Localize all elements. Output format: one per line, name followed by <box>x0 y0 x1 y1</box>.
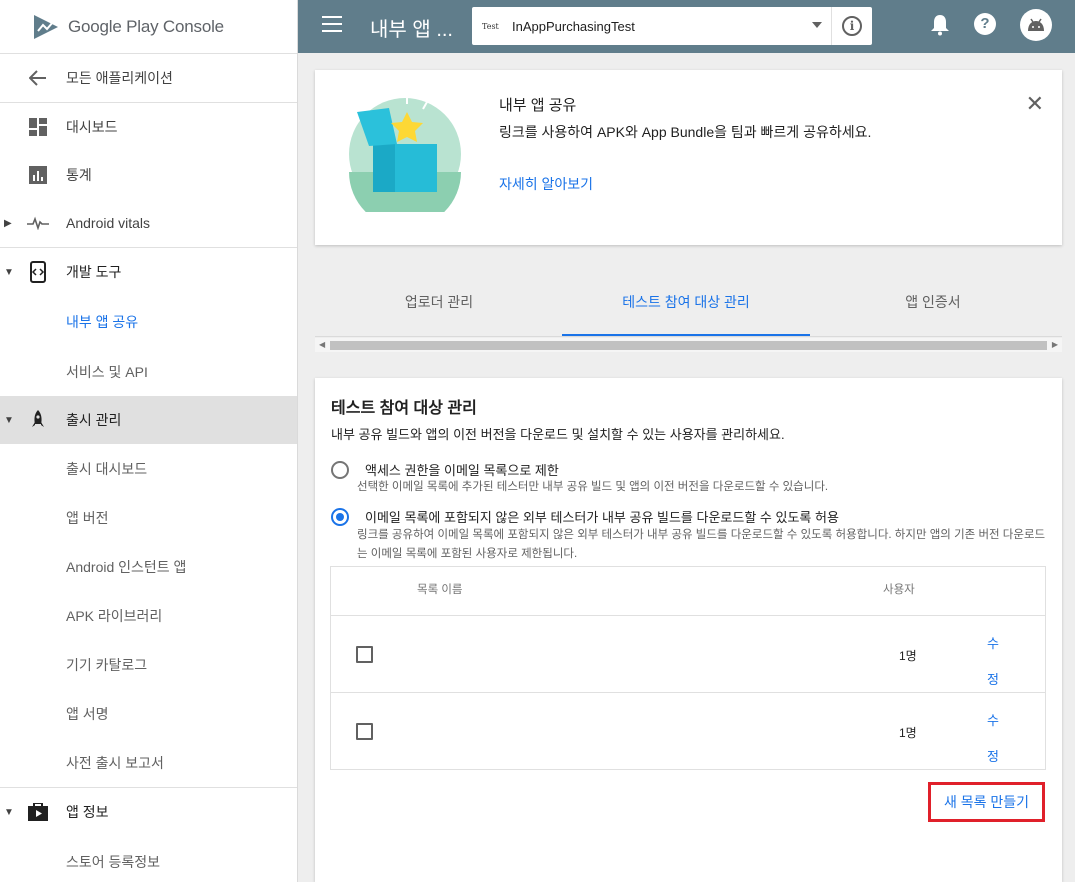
help-icon[interactable]: ? <box>974 13 996 35</box>
chevron-down-icon[interactable] <box>812 22 822 28</box>
sidebar-item-android-vitals[interactable]: ▶ Android vitals <box>0 199 297 247</box>
app-thumbnail: Test <box>482 21 499 31</box>
sidebar-item-dev-tools[interactable]: ▼ 개발 도구 <box>0 248 297 296</box>
app-selector[interactable]: Test InAppPurchasingTest i <box>472 7 872 45</box>
sidebar-item-label: 서비스 및 API <box>66 363 148 380</box>
option2-description: 링크를 공유하여 이메일 목록에 포함되지 않은 외부 테스터가 내부 공유 빌… <box>357 529 1046 560</box>
sidebar-item-release-management[interactable]: ▼ 출시 관리 <box>0 396 297 444</box>
radio-restrict-email-list[interactable] <box>331 461 349 479</box>
sidebar-item-store-listing[interactable]: 스토어 등록정보 <box>0 836 297 882</box>
sidebar-item-label: 스토어 등록정보 <box>66 853 161 870</box>
caret-down-icon: ▼ <box>4 806 14 818</box>
promo-description: 링크를 사용하여 APK와 App Bundle을 팀과 빠르게 공유하세요. <box>499 124 872 140</box>
sidebar-item-apk-library[interactable]: APK 라이브러리 <box>0 591 297 640</box>
user-count: 1명 <box>899 649 917 663</box>
tab-bar: 업로더 관리 테스트 참여 대상 관리 앱 인증서 <box>315 280 1062 338</box>
info-icon[interactable]: i <box>842 16 862 36</box>
avatar[interactable] <box>1020 9 1052 41</box>
test-audience-card: 테스트 참여 대상 관리 내부 공유 빌드와 앱의 이전 버전을 다운로드 및 … <box>315 378 1062 882</box>
sidebar-item-app-info[interactable]: ▼ 앱 정보 <box>0 788 297 836</box>
sidebar-item-label: 앱 서명 <box>66 705 109 722</box>
page-title: 내부 앱 ... <box>370 19 453 41</box>
scrollbar-thumb[interactable] <box>330 341 1047 350</box>
edit-link[interactable]: 수정 <box>983 703 1003 775</box>
gift-box-illustration-icon <box>345 92 465 228</box>
dashboard-icon <box>26 115 50 139</box>
logo-text: Google Play Console <box>68 16 224 36</box>
logo[interactable]: Google Play Console <box>0 0 297 54</box>
section-description: 내부 공유 빌드와 앱의 이전 버전을 다운로드 및 설치할 수 있는 사용자를… <box>331 427 785 442</box>
create-new-list-button[interactable]: 새 목록 만들기 <box>928 782 1045 822</box>
option2-label: 이메일 목록에 포함되지 않은 외부 테스터가 내부 공유 빌드를 다운로드할 … <box>365 510 839 525</box>
arrow-back-icon <box>26 66 50 90</box>
back-label: 모든 애플리케이션 <box>66 70 173 86</box>
sidebar-item-label: 앱 버전 <box>66 509 109 526</box>
tab-testers[interactable]: 테스트 참여 대상 관리 <box>562 292 810 312</box>
promo-card: 내부 앱 공유 링크를 사용하여 APK와 App Bundle을 팀과 빠르게… <box>315 70 1062 245</box>
scroll-right-icon[interactable]: ▶ <box>1052 340 1058 349</box>
sidebar-item-label: 출시 관리 <box>66 412 122 428</box>
email-lists-table: 목록 이름 사용자 1명 수정 1명 수정 <box>330 566 1046 770</box>
menu-icon[interactable] <box>322 16 342 36</box>
topbar: 내부 앱 ... Test InAppPurchasingTest i ? <box>298 0 1075 53</box>
sidebar-item-label: 앱 정보 <box>66 804 109 820</box>
option1-description: 선택한 이메일 목록에 추가된 테스터만 내부 공유 빌드 및 앱의 이전 버전… <box>357 481 829 493</box>
section-title: 테스트 참여 대상 관리 <box>331 400 477 417</box>
user-count: 1명 <box>899 726 917 740</box>
horizontal-scrollbar[interactable]: ◀ ▶ <box>315 338 1062 352</box>
column-header-users: 사용자 <box>883 584 915 596</box>
sidebar-item-label: Android 인스턴트 앱 <box>66 558 187 575</box>
sidebar-item-label: APK 라이브러리 <box>66 607 163 624</box>
briefcase-play-icon <box>26 800 50 824</box>
dev-tools-icon <box>26 260 50 284</box>
edit-link[interactable]: 수정 <box>983 626 1003 698</box>
sidebar-item-label: 기기 카탈로그 <box>66 656 148 673</box>
sidebar-item-label: 출시 대시보드 <box>66 460 148 477</box>
back-to-all-apps[interactable]: 모든 애플리케이션 <box>0 54 297 102</box>
table-row: 1명 수정 <box>331 692 1045 769</box>
sidebar-item-app-releases[interactable]: 앱 버전 <box>0 493 297 542</box>
row-checkbox[interactable] <box>356 723 373 740</box>
sidebar-item-label: 개발 도구 <box>66 264 122 280</box>
option1-label: 액세스 권한을 이메일 목록으로 제한 <box>365 463 559 478</box>
learn-more-link[interactable]: 자세히 알아보기 <box>499 174 593 194</box>
rocket-icon <box>26 408 50 432</box>
row-checkbox[interactable] <box>356 646 373 663</box>
caret-down-icon: ▼ <box>4 414 14 426</box>
column-header-list-name: 목록 이름 <box>417 584 463 596</box>
sidebar-item-label: 대시보드 <box>66 119 118 135</box>
table-row: 1명 수정 <box>331 615 1045 692</box>
sidebar: Google Play Console 모든 애플리케이션 대시보드 통계 ▶ … <box>0 0 298 882</box>
promo-title: 내부 앱 공유 <box>499 97 577 114</box>
android-icon <box>1028 18 1044 31</box>
sidebar-item-device-catalog[interactable]: 기기 카탈로그 <box>0 640 297 689</box>
sidebar-item-services-api[interactable]: 서비스 및 API <box>0 347 297 396</box>
sidebar-item-release-dashboard[interactable]: 출시 대시보드 <box>0 444 297 493</box>
sidebar-item-pre-launch-report[interactable]: 사전 출시 보고서 <box>0 738 297 787</box>
sidebar-item-dashboard[interactable]: 대시보드 <box>0 103 297 151</box>
caret-down-icon: ▼ <box>4 266 14 278</box>
radio-allow-external-testers[interactable] <box>331 508 349 526</box>
close-icon[interactable]: ✕ <box>1026 93 1044 115</box>
sidebar-item-label: Android vitals <box>66 215 151 231</box>
tab-uploaders[interactable]: 업로더 관리 <box>315 292 563 312</box>
sidebar-item-statistics[interactable]: 통계 <box>0 151 297 199</box>
sidebar-item-label: 통계 <box>66 167 92 183</box>
notifications-bell-icon[interactable] <box>930 14 950 41</box>
vitals-pulse-icon <box>26 211 50 235</box>
sidebar-item-internal-app-sharing[interactable]: 내부 앱 공유 <box>0 296 297 347</box>
sidebar-item-label: 내부 앱 공유 <box>66 313 139 330</box>
play-console-logo-icon <box>34 14 58 39</box>
sidebar-item-label: 사전 출시 보고서 <box>66 754 164 771</box>
caret-right-icon: ▶ <box>4 217 12 229</box>
bar-chart-icon <box>26 163 50 187</box>
app-name: InAppPurchasingTest <box>512 18 635 34</box>
tab-certificates[interactable]: 앱 인증서 <box>809 292 1057 312</box>
sidebar-item-app-signing[interactable]: 앱 서명 <box>0 689 297 738</box>
scroll-left-icon[interactable]: ◀ <box>319 340 325 349</box>
sidebar-item-instant-apps[interactable]: Android 인스턴트 앱 <box>0 542 297 591</box>
